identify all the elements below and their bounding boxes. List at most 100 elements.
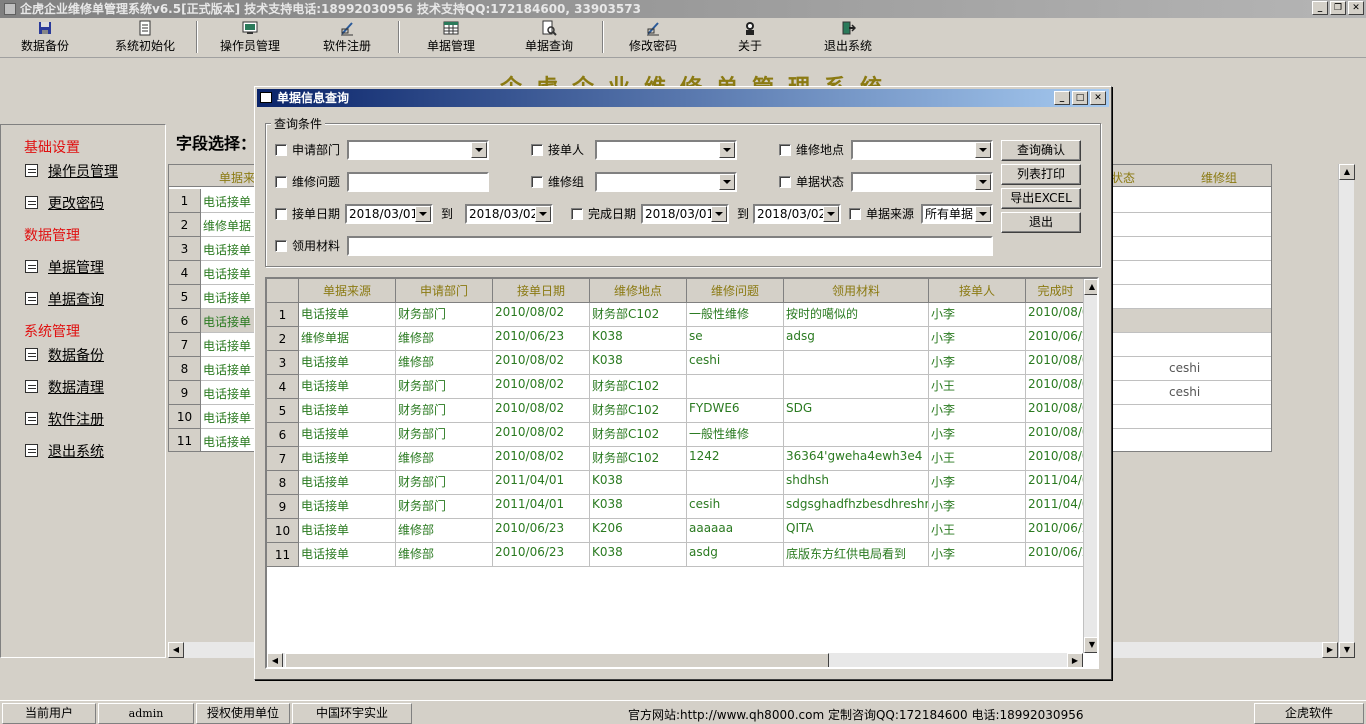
grid-header-col-finish-time[interactable]: 完成时 [1026, 279, 1086, 303]
repair-group-checkbox[interactable]: 维修组 [531, 173, 584, 190]
chevron-down-icon[interactable] [719, 174, 735, 190]
background-vertical-scrollbar[interactable]: ▲ ▼ [1338, 164, 1355, 658]
grid-header-col-receiver[interactable]: 接单人 [929, 279, 1026, 303]
grid-header-col-repair-issue[interactable]: 维修问题 [687, 279, 784, 303]
finish-date-from-picker[interactable]: 2018/03/01 [641, 204, 729, 224]
repair-issue-checkbox[interactable]: 维修问题 [275, 173, 340, 190]
table-row[interactable]: 1 电话接单 财务部门 2010/08/02 财务部C102 一般性维修 按时的噶似的 小李 2… [267, 303, 1086, 327]
table-row[interactable]: 4电话接单财务部门2010/08/02财务部C102小王2010/08/02 [267, 375, 1086, 399]
toolbar-doc-manage-button[interactable]: 单据管理 [424, 20, 478, 56]
cell-finish-time: 2010/08/02 [1026, 399, 1086, 423]
grid-header-col-source[interactable]: 单据来源 [299, 279, 396, 303]
materials-checkbox[interactable]: 领用材料 [275, 237, 340, 254]
receive-date-to-picker[interactable]: 2018/03/02 [465, 204, 553, 224]
sidebar-item-register[interactable]: 软件注册 [25, 409, 104, 429]
results-vertical-scrollbar[interactable]: ▲ ▼ [1083, 279, 1097, 653]
doc-source-select[interactable]: 所有单据 [921, 204, 993, 224]
finish-date-to-picker[interactable]: 2018/03/02 [753, 204, 841, 224]
receive-date-from-picker[interactable]: 2018/03/01 [345, 204, 433, 224]
sidebar-item-operator[interactable]: 操作员管理 [25, 161, 118, 181]
edit-icon [25, 348, 38, 361]
scroll-up-icon[interactable]: ▲ [1339, 164, 1355, 180]
chevron-down-icon[interactable] [975, 206, 991, 222]
sidebar-item-backup[interactable]: 数据备份 [25, 345, 104, 365]
chevron-down-icon[interactable] [719, 142, 735, 158]
grid-header-col-receive-date[interactable]: 接单日期 [493, 279, 590, 303]
minimize-icon[interactable]: _ [1054, 91, 1070, 105]
table-row[interactable]: 9 电话接单 财务部门 2011/04/01 K038 cesih sdgsghadfhzb… [267, 495, 1086, 519]
toolbar-doc-query-button[interactable]: 单据查询 [522, 20, 576, 56]
export-excel-button[interactable]: 导出EXCEL [1001, 188, 1081, 209]
minimize-icon[interactable]: _ [1312, 1, 1328, 15]
scroll-left-icon[interactable]: ◀ [168, 642, 184, 658]
chevron-down-icon[interactable] [711, 206, 727, 222]
apply-dept-select[interactable] [347, 140, 489, 160]
scroll-left-icon[interactable]: ◀ [267, 653, 283, 667]
scroll-down-icon[interactable]: ▼ [1339, 642, 1355, 658]
bg-row-number: 9 [169, 381, 201, 405]
dialog-exit-button[interactable]: 退出 [1001, 212, 1081, 233]
scroll-up-icon[interactable]: ▲ [1084, 279, 1097, 295]
scroll-right-icon[interactable]: ▶ [1067, 653, 1083, 667]
cell-apply-dept: 财务部门 [396, 303, 493, 327]
scroll-right-icon[interactable]: ▶ [1322, 642, 1338, 658]
chevron-down-icon[interactable] [535, 206, 551, 222]
table-row[interactable]: 5 电话接单 财务部门 2010/08/02 财务部C102 FYDWE6 SDG 小李 201… [267, 399, 1086, 423]
scroll-thumb[interactable] [285, 653, 829, 667]
chevron-down-icon[interactable] [823, 206, 839, 222]
doc-source-checkbox[interactable]: 单据来源 [849, 205, 914, 222]
list-print-button[interactable]: 列表打印 [1001, 164, 1081, 185]
table-row[interactable]: 6 电话接单 财务部门 2010/08/02 财务部C102 一般性维修 小李 2010/08… [267, 423, 1086, 447]
receiver-select[interactable] [595, 140, 737, 160]
cell-apply-dept: 维修部 [396, 519, 493, 543]
restore-icon[interactable]: ❐ [1330, 1, 1346, 15]
table-row[interactable]: 7 电话接单 维修部 2010/08/02 财务部C102 1242 36364'gweha… [267, 447, 1086, 471]
sidebar-item-doc-manage[interactable]: 单据管理 [25, 257, 104, 277]
maximize-icon[interactable]: □ [1072, 91, 1088, 105]
query-confirm-button[interactable]: 查询确认 [1001, 140, 1081, 161]
results-horizontal-scrollbar[interactable]: ◀ ▶ [267, 653, 1083, 667]
apply-dept-checkbox[interactable]: 申请部门 [275, 141, 340, 158]
grid-header-col-apply-dept[interactable]: 申请部门 [396, 279, 493, 303]
repair-site-select[interactable] [851, 140, 993, 160]
sidebar-item-cleanup[interactable]: 数据清理 [25, 377, 104, 397]
sidebar-item-change-password[interactable]: 更改密码 [25, 193, 104, 213]
bg-col-status: 状态 [1111, 171, 1136, 185]
close-icon[interactable]: ✕ [1090, 91, 1106, 105]
repair-issue-input[interactable] [347, 172, 489, 192]
table-row[interactable]: 11 电话接单 维修部 2010/06/23 K038 asdg 底版东方红供电局看到 小李 2… [267, 543, 1086, 567]
table-row[interactable]: 2维修单据维修部2010/06/23K038seadsg小李2010/06/23 [267, 327, 1086, 351]
receive-date-checkbox[interactable]: 接单日期 [275, 205, 340, 222]
bg-row-number: 5 [169, 285, 201, 309]
toolbar-register-button[interactable]: 软件注册 [320, 20, 374, 56]
chevron-down-icon[interactable] [975, 142, 991, 158]
chevron-down-icon[interactable] [415, 206, 431, 222]
chevron-down-icon[interactable] [975, 174, 991, 190]
finish-date-checkbox[interactable]: 完成日期 [571, 205, 636, 222]
table-row[interactable]: 10 电话接单 维修部 2010/06/23 K206 aaaaaa QITA 小王 2010/… [267, 519, 1086, 543]
scroll-down-icon[interactable]: ▼ [1084, 637, 1097, 653]
grid-header-col-repair-site[interactable]: 维修地点 [590, 279, 687, 303]
sidebar-item-doc-query[interactable]: 单据查询 [25, 289, 104, 309]
dialog-app-icon [260, 92, 272, 103]
chevron-down-icon[interactable] [471, 142, 487, 158]
toolbar-init-button[interactable]: 系统初始化 [112, 20, 178, 56]
repair-site-checkbox[interactable]: 维修地点 [779, 141, 844, 158]
cell-receiver: 小李 [929, 423, 1026, 447]
cell-repair-site: 财务部C102 [590, 423, 687, 447]
close-icon[interactable]: ✕ [1348, 1, 1364, 15]
toolbar-about-button[interactable]: 关于 [734, 20, 766, 56]
toolbar-backup-button[interactable]: 数据备份 [18, 20, 72, 56]
receiver-checkbox[interactable]: 接单人 [531, 141, 584, 158]
grid-header-col-materials[interactable]: 领用材料 [784, 279, 929, 303]
toolbar-operator-button[interactable]: 操作员管理 [218, 20, 282, 56]
repair-group-select[interactable] [595, 172, 737, 192]
table-row[interactable]: 8电话接单财务部门2011/04/01K038shdhsh小李2011/04/0… [267, 471, 1086, 495]
doc-status-checkbox[interactable]: 单据状态 [779, 173, 844, 190]
materials-input[interactable] [347, 236, 993, 256]
sidebar-item-exit[interactable]: 退出系统 [25, 441, 104, 461]
doc-status-select[interactable] [851, 172, 993, 192]
table-row[interactable]: 3电话接单维修部2010/08/02K038ceshi小李2010/08/02 [267, 351, 1086, 375]
toolbar-change-password-button[interactable]: 修改密码 [626, 20, 680, 56]
toolbar-exit-button[interactable]: 退出系统 [820, 20, 876, 56]
